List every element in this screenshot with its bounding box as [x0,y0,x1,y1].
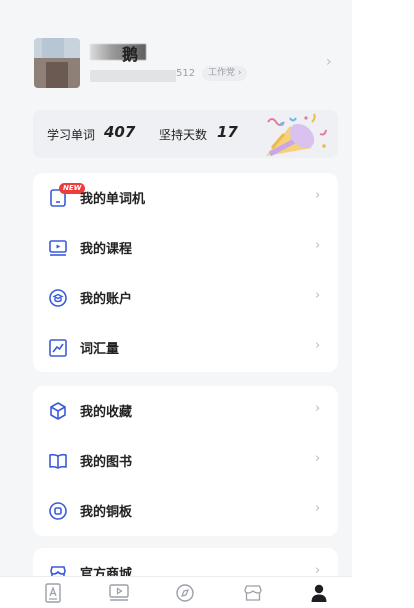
streak-days-value: 17 [217,123,238,141]
book-icon [49,453,67,469]
course-play-icon [49,240,67,256]
menu-item-word-device[interactable]: NEW 我的单词机 › [33,173,338,223]
streak-days-label: 坚持天数 [159,128,208,142]
menu-item-label: 我的单词机 [80,192,146,207]
blank-margin [352,0,414,608]
account-icon [49,289,67,307]
coin-icon [49,502,67,520]
user-id-blurred [90,70,176,82]
menu-item-courses[interactable]: 我的课程 › [33,223,338,273]
avatar[interactable] [34,38,80,88]
menu-item-account[interactable]: 我的账户 › [33,273,338,323]
menu-item-label: 我的图书 [80,455,133,470]
words-learned-label: 学习单词 [47,128,96,142]
chevron-right-icon: › [315,188,321,203]
chevron-right-icon: › [315,288,321,303]
menu-item-books[interactable]: 我的图书 › [33,436,338,486]
words-learned-value: 407 [104,123,136,141]
menu-item-label: 词汇量 [80,342,120,357]
menu-card-primary: NEW 我的单词机 › 我的课程 › 我的账户 › 词汇量 › [33,173,338,372]
user-id-tail: 512 [176,68,196,79]
party-popper-icon [266,113,327,157]
box-icon [50,402,66,420]
vocabulary-chart-icon [49,339,67,357]
menu-item-coins[interactable]: 我的铜板 › [33,486,338,536]
menu-item-label: 我的收藏 [80,405,133,420]
menu-item-label: 我的课程 [80,242,133,257]
chevron-right-icon: › [315,401,321,416]
word-tab-icon[interactable] [42,583,64,603]
menu-card-secondary: 我的收藏 › 我的图书 › 我的铜板 › [33,386,338,536]
bottom-tab-bar [0,576,352,608]
menu-item-label: 我的账户 [80,292,133,307]
menu-item-vocabulary[interactable]: 词汇量 › [33,323,338,373]
chevron-right-icon: › [315,501,321,516]
menu-item-label: 我的铜板 [80,505,133,520]
profile-header[interactable]: 鹅 512 工作党 › › [0,24,352,100]
chevron-right-icon: › [315,238,321,253]
menu-item-favorites[interactable]: 我的收藏 › [33,386,338,436]
chevron-right-icon: › [315,451,321,466]
nickname: 鹅 [122,45,139,64]
chevron-right-icon: › [315,338,321,353]
chevron-right-icon: › [326,54,332,70]
identity-tag[interactable]: 工作党 › [202,66,248,81]
video-tab-icon[interactable] [108,583,130,603]
discover-tab-icon[interactable] [174,583,196,603]
status-bar [0,0,352,18]
profile-tab-icon[interactable] [308,583,330,603]
profile-page: 鹅 512 工作党 › › 学习单词 407 坚持天数 17 NEW 我的单词机… [0,0,352,608]
store-tab-icon[interactable] [242,583,264,603]
